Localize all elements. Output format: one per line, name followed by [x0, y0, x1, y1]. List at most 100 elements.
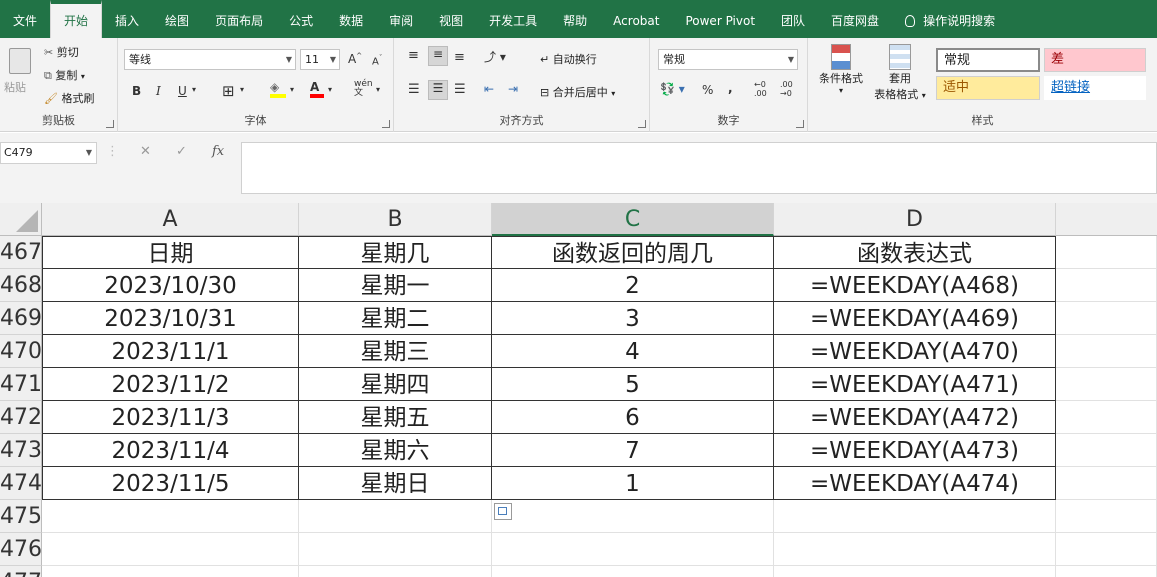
cell-c[interactable]	[492, 533, 774, 566]
tab-page-layout[interactable]: 页面布局	[202, 0, 276, 38]
tab-draw[interactable]: 绘图	[152, 0, 202, 38]
cell-b[interactable]: 星期几	[299, 236, 492, 269]
align-center-icon[interactable]: ☰	[428, 80, 448, 100]
cell-b[interactable]: 星期三	[299, 335, 492, 368]
cell-d[interactable]: 函数表达式	[774, 236, 1056, 269]
conditional-formatting-button[interactable]: 条件格式 ▾	[816, 44, 866, 95]
tab-file[interactable]: 文件	[0, 0, 50, 38]
cell-a[interactable]: 2023/11/5	[42, 467, 299, 500]
tab-data[interactable]: 数据	[326, 0, 376, 38]
tell-me-search[interactable]: 操作说明搜索	[892, 0, 1008, 38]
alignment-launcher-icon[interactable]	[638, 120, 646, 128]
phonetic-guide-icon[interactable]: wén 文	[354, 80, 373, 98]
copy-button[interactable]: ⧉ 复制 ▾	[44, 67, 85, 83]
column-header-c[interactable]: C	[492, 203, 774, 236]
cell-a[interactable]: 2023/10/31	[42, 302, 299, 335]
enter-icon[interactable]: ✓	[176, 144, 187, 159]
style-bad[interactable]: 差	[1044, 48, 1146, 72]
clipboard-launcher-icon[interactable]	[106, 120, 114, 128]
font-color-icon[interactable]: A	[310, 80, 324, 98]
cell-a[interactable]: 2023/11/2	[42, 368, 299, 401]
style-hyperlink[interactable]: 超链接	[1044, 76, 1146, 100]
borders-icon[interactable]: ⊞	[222, 82, 235, 100]
cell-c[interactable]: 1	[492, 467, 774, 500]
number-launcher-icon[interactable]	[796, 120, 804, 128]
merge-center-button[interactable]: ⊟ 合并后居中 ▾	[540, 84, 615, 100]
style-normal[interactable]: 常规	[936, 48, 1040, 72]
cell-d[interactable]	[774, 566, 1056, 577]
format-painter-button[interactable]: 🖌 格式刷	[44, 90, 94, 106]
decrease-indent-icon[interactable]: ⇤	[484, 82, 494, 96]
cell-b[interactable]: 星期二	[299, 302, 492, 335]
style-neutral[interactable]: 适中	[936, 76, 1040, 100]
cell-a[interactable]	[42, 500, 299, 533]
cell-e[interactable]	[1056, 401, 1157, 434]
cell-d[interactable]	[774, 500, 1056, 533]
cell-e[interactable]	[1056, 368, 1157, 401]
cell-b[interactable]: 星期一	[299, 269, 492, 302]
tab-acrobat[interactable]: Acrobat	[600, 0, 672, 38]
cell-e[interactable]	[1056, 236, 1157, 269]
row-header[interactable]: 470	[0, 335, 42, 368]
tab-review[interactable]: 审阅	[376, 0, 426, 38]
increase-decimal-icon[interactable]: ←0 .00	[754, 80, 774, 98]
cell-d[interactable]: =WEEKDAY(A472)	[774, 401, 1056, 434]
cell-b[interactable]: 星期日	[299, 467, 492, 500]
formula-input[interactable]	[241, 142, 1157, 194]
chevron-down-icon[interactable]: ▾	[290, 85, 294, 94]
align-left-icon[interactable]: ☰	[408, 82, 420, 97]
cell-d[interactable]: =WEEKDAY(A471)	[774, 368, 1056, 401]
cell-a[interactable]: 2023/11/3	[42, 401, 299, 434]
font-name-combo[interactable]: 等线 ▼	[124, 49, 296, 70]
cell-a[interactable]	[42, 566, 299, 577]
cell-a[interactable]: 日期	[42, 236, 299, 269]
cell-d[interactable]: =WEEKDAY(A470)	[774, 335, 1056, 368]
cell-a[interactable]: 2023/10/30	[42, 269, 299, 302]
align-middle-icon[interactable]: ≡	[428, 46, 448, 66]
cell-c[interactable]	[492, 566, 774, 577]
cell-b[interactable]	[299, 500, 492, 533]
cell-e[interactable]	[1056, 302, 1157, 335]
shrink-font-icon[interactable]: Aˇ	[372, 54, 382, 67]
cell-c[interactable]: 函数返回的周几	[492, 236, 774, 269]
cell-c[interactable]: 7	[492, 434, 774, 467]
column-header-b[interactable]: B	[299, 203, 492, 236]
cell-c[interactable]: 4	[492, 335, 774, 368]
row-header[interactable]: 469	[0, 302, 42, 335]
cell-a[interactable]: 2023/11/4	[42, 434, 299, 467]
cell-e[interactable]	[1056, 533, 1157, 566]
tab-formulas[interactable]: 公式	[276, 0, 326, 38]
cell-b[interactable]: 星期五	[299, 401, 492, 434]
row-header[interactable]: 473	[0, 434, 42, 467]
format-as-table-button[interactable]: 套用 表格格式 ▾	[868, 44, 932, 102]
tab-home[interactable]: 开始	[50, 0, 103, 38]
cell-e[interactable]	[1056, 500, 1157, 533]
tab-developer[interactable]: 开发工具	[476, 0, 550, 38]
cell-d[interactable]: =WEEKDAY(A474)	[774, 467, 1056, 500]
tab-team[interactable]: 团队	[768, 0, 818, 38]
row-header[interactable]: 475	[0, 500, 42, 533]
orientation-icon[interactable]: ⤴ ▾	[484, 48, 506, 65]
chevron-down-icon[interactable]: ▾	[376, 85, 380, 94]
paste-button[interactable]: 粘贴	[4, 46, 36, 102]
cell-c[interactable]	[492, 500, 774, 533]
tab-insert[interactable]: 插入	[102, 0, 152, 38]
grow-font-icon[interactable]: A^	[348, 52, 362, 66]
cell-c[interactable]: 6	[492, 401, 774, 434]
cell-e[interactable]	[1056, 566, 1157, 577]
cell-b[interactable]	[299, 533, 492, 566]
cell-d[interactable]: =WEEKDAY(A469)	[774, 302, 1056, 335]
cell-d[interactable]: =WEEKDAY(A473)	[774, 434, 1056, 467]
cell-d[interactable]	[774, 533, 1056, 566]
increase-indent-icon[interactable]: ⇥	[508, 82, 518, 96]
tab-power-pivot[interactable]: Power Pivot	[672, 0, 768, 38]
cell-c[interactable]: 2	[492, 269, 774, 302]
align-top-icon[interactable]: ≡	[408, 48, 419, 63]
font-launcher-icon[interactable]	[382, 120, 390, 128]
cell-e[interactable]	[1056, 335, 1157, 368]
row-header[interactable]: 474	[0, 467, 42, 500]
cell-b[interactable]: 星期四	[299, 368, 492, 401]
cell-a[interactable]: 2023/11/1	[42, 335, 299, 368]
comma-style-icon[interactable]: ,	[728, 81, 733, 95]
insert-function-icon[interactable]: fx	[212, 144, 224, 159]
